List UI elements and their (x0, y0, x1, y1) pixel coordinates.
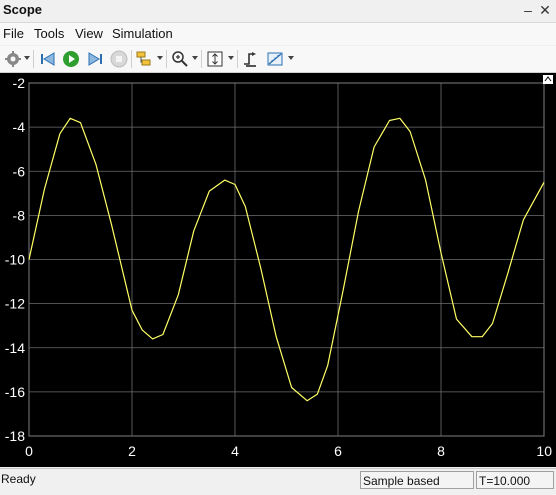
y-tick-label: -14 (5, 340, 25, 356)
minimize-icon[interactable]: – (520, 2, 536, 18)
menu-tools[interactable]: Tools (34, 26, 64, 41)
x-tick-label: 4 (231, 443, 239, 459)
gear-dropdown-icon[interactable] (24, 56, 30, 60)
close-icon[interactable]: ✕ (537, 2, 553, 18)
x-tick-label: 2 (128, 443, 136, 459)
x-tick-label: 8 (437, 443, 445, 459)
gear-icon[interactable] (4, 50, 22, 68)
x-tick-labels: 0 2 4 6 8 10 (25, 443, 552, 459)
status-ready: Ready (1, 472, 36, 486)
x-tick-label: 6 (334, 443, 342, 459)
y-tick-label: -4 (13, 119, 26, 135)
highlight-dropdown-icon[interactable] (157, 56, 163, 60)
status-bar: Ready Sample based T=10.000 (0, 468, 556, 495)
y-tick-label: -18 (5, 428, 25, 444)
y-tick-label: -2 (13, 75, 26, 91)
menu-simulation[interactable]: Simulation (112, 26, 173, 41)
highlight-icon[interactable] (136, 50, 154, 68)
zoom-dropdown-icon[interactable] (192, 56, 198, 60)
sim-time-indicator: T=10.000 (476, 471, 554, 489)
x-tick-label: 0 (25, 443, 33, 459)
y-tick-label: -16 (5, 384, 25, 400)
toolbar-separator (237, 50, 238, 68)
toolbar-separator (201, 50, 202, 68)
y-tick-labels: -2 -4 -6 -8 -10 -12 -14 -16 -18 (5, 75, 25, 444)
step-forward-icon[interactable] (86, 50, 104, 68)
triggers-icon[interactable] (242, 50, 260, 68)
measurements-icon[interactable] (266, 50, 284, 68)
sample-mode-indicator: Sample based (360, 471, 474, 489)
stop-icon[interactable] (110, 50, 128, 68)
toolbar (0, 46, 556, 73)
x-tick-label: 10 (536, 443, 552, 459)
menu-view[interactable]: View (75, 26, 103, 41)
window-title: Scope (3, 2, 43, 17)
title-bar: Scope – ✕ (0, 0, 556, 23)
zoom-icon[interactable] (171, 50, 189, 68)
autoscale-icon[interactable] (206, 50, 224, 68)
scope-plot: -2 -4 -6 -8 -10 -12 -14 -16 -18 0 2 4 6 8 10 (5, 75, 553, 459)
menu-file[interactable]: File (3, 26, 24, 41)
measurements-dropdown-icon[interactable] (288, 56, 294, 60)
step-back-icon[interactable] (39, 50, 57, 68)
scope-display[interactable]: -2 -4 -6 -8 -10 -12 -14 -16 -18 0 2 4 6 8 10 (0, 73, 556, 467)
y-tick-label: -10 (5, 252, 25, 268)
toolbar-separator (131, 50, 132, 68)
autoscale-dropdown-icon[interactable] (228, 56, 234, 60)
y-tick-label: -12 (5, 296, 25, 312)
y-tick-label: -8 (13, 207, 26, 223)
toolbar-separator (166, 50, 167, 68)
menu-bar: File Tools View Simulation (0, 23, 556, 45)
run-icon[interactable] (62, 50, 80, 68)
toolbar-separator (33, 50, 34, 68)
y-tick-label: -6 (13, 163, 26, 179)
